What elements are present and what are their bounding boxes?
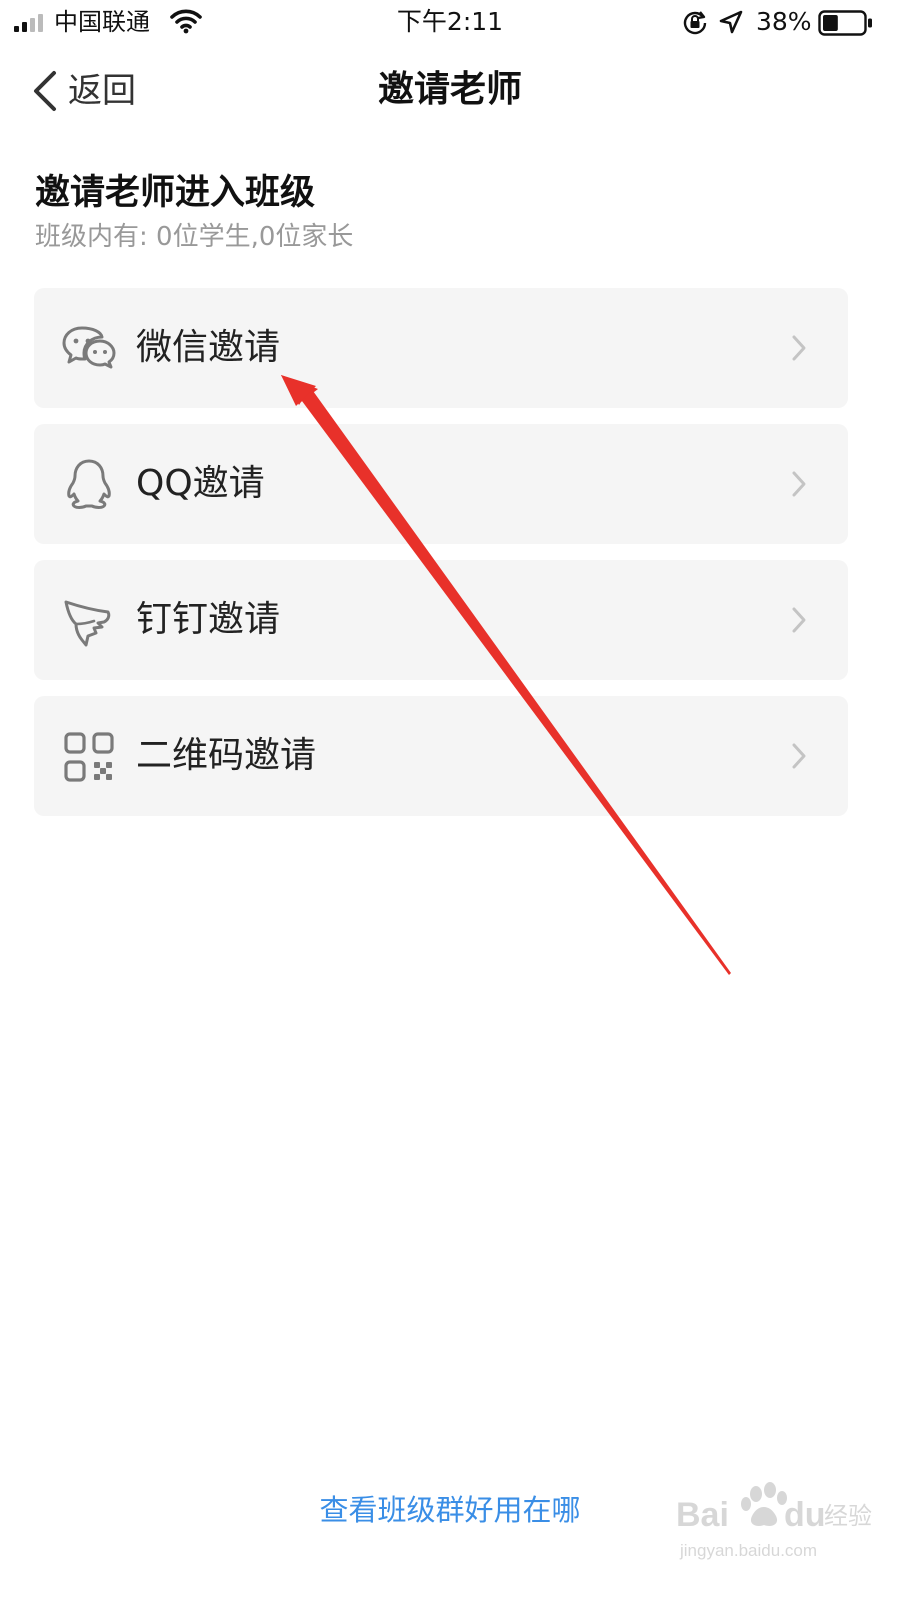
option-label: 微信邀请 — [136, 327, 281, 368]
option-label: 二维码邀请 — [136, 735, 317, 776]
battery-percent: 38% — [756, 7, 812, 36]
qq-invite-option[interactable]: QQ邀请 — [34, 424, 848, 544]
battery-icon — [818, 10, 872, 36]
option-label: QQ邀请 — [136, 463, 265, 504]
qr-code-icon — [64, 732, 114, 782]
page-title: 邀请老师 — [377, 69, 522, 110]
chevron-right-icon — [792, 471, 806, 497]
dingtalk-invite-option[interactable]: 钉钉邀请 — [34, 560, 848, 680]
svg-text:jingyan.baidu.com: jingyan.baidu.com — [679, 1541, 817, 1560]
svg-text:Bai: Bai — [676, 1496, 729, 1534]
class-member-count: 班级内有: 0位学生,0位家长 — [35, 222, 354, 252]
svg-text:du: du — [784, 1496, 826, 1534]
option-label: 钉钉邀请 — [136, 599, 281, 640]
qq-icon — [67, 459, 111, 509]
location-icon — [719, 10, 743, 34]
svg-text:经验: 经验 — [824, 1502, 872, 1530]
rotation-lock-icon — [683, 11, 707, 35]
status-bar: 中国联通 下午2:11 38% — [0, 0, 900, 44]
qr-code-invite-option[interactable]: 二维码邀请 — [34, 696, 848, 816]
chevron-right-icon — [792, 335, 806, 361]
chevron-right-icon — [792, 743, 806, 769]
wechat-invite-option[interactable]: 微信邀请 — [34, 288, 848, 408]
baidu-jingyan-watermark: Bai du 经验 jingyan.baidu.com — [676, 1482, 872, 1560]
dingtalk-icon — [64, 600, 111, 647]
chevron-right-icon — [792, 607, 806, 633]
invite-option-list: 微信邀请 QQ邀请 钉钉邀请 二维码邀请 — [34, 288, 848, 832]
wechat-icon — [62, 326, 116, 369]
section-title: 邀请老师进入班级 — [35, 173, 316, 213]
